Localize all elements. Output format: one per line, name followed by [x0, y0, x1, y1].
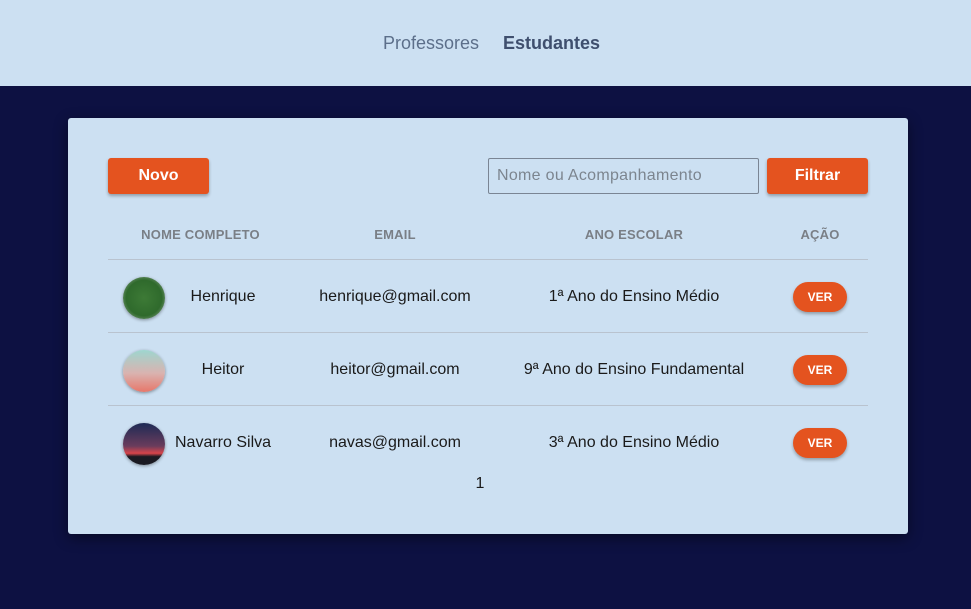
student-school-year: 3ª Ano do Ensino Médio	[548, 434, 720, 451]
avatar	[123, 423, 165, 465]
search-input[interactable]	[488, 158, 759, 194]
avatar	[123, 350, 165, 392]
header-email: EMAIL	[374, 227, 416, 242]
header-acao: AÇÃO	[800, 227, 840, 242]
table-row: Heitor heitor@gmail.com 9ª Ano do Ensino…	[108, 332, 868, 405]
avatar	[123, 277, 165, 319]
students-card: Novo Filtrar NOME COMPLETO EMAIL ANO ESC…	[68, 118, 908, 534]
top-navigation: Professores Estudantes	[0, 0, 971, 86]
view-button[interactable]: VER	[793, 282, 847, 312]
new-student-button[interactable]: Novo	[108, 158, 209, 194]
student-name: Henrique	[190, 288, 256, 305]
view-button[interactable]: VER	[793, 428, 847, 458]
pagination-page-1[interactable]: 1	[470, 475, 490, 493]
table-row: Henrique henrique@gmail.com 1ª Ano do En…	[108, 259, 868, 332]
student-school-year: 1ª Ano do Ensino Médio	[548, 288, 720, 305]
header-ano-escolar: ANO ESCOLAR	[584, 227, 684, 242]
student-email: henrique@gmail.com	[319, 288, 471, 305]
student-name: Heitor	[201, 361, 245, 378]
nav-link-estudantes[interactable]: Estudantes	[503, 32, 600, 54]
view-button[interactable]: VER	[793, 355, 847, 385]
filter-button[interactable]: Filtrar	[767, 158, 868, 194]
student-email: navas@gmail.com	[329, 434, 461, 451]
student-email: heitor@gmail.com	[330, 361, 460, 378]
student-school-year: 9ª Ano do Ensino Fundamental	[523, 361, 745, 378]
table-row: Navarro Silva navas@gmail.com 3ª Ano do …	[108, 405, 868, 478]
nav-link-professores[interactable]: Professores	[383, 32, 479, 54]
student-name: Navarro Silva	[174, 434, 272, 451]
header-nome-completo: NOME COMPLETO	[141, 227, 260, 242]
